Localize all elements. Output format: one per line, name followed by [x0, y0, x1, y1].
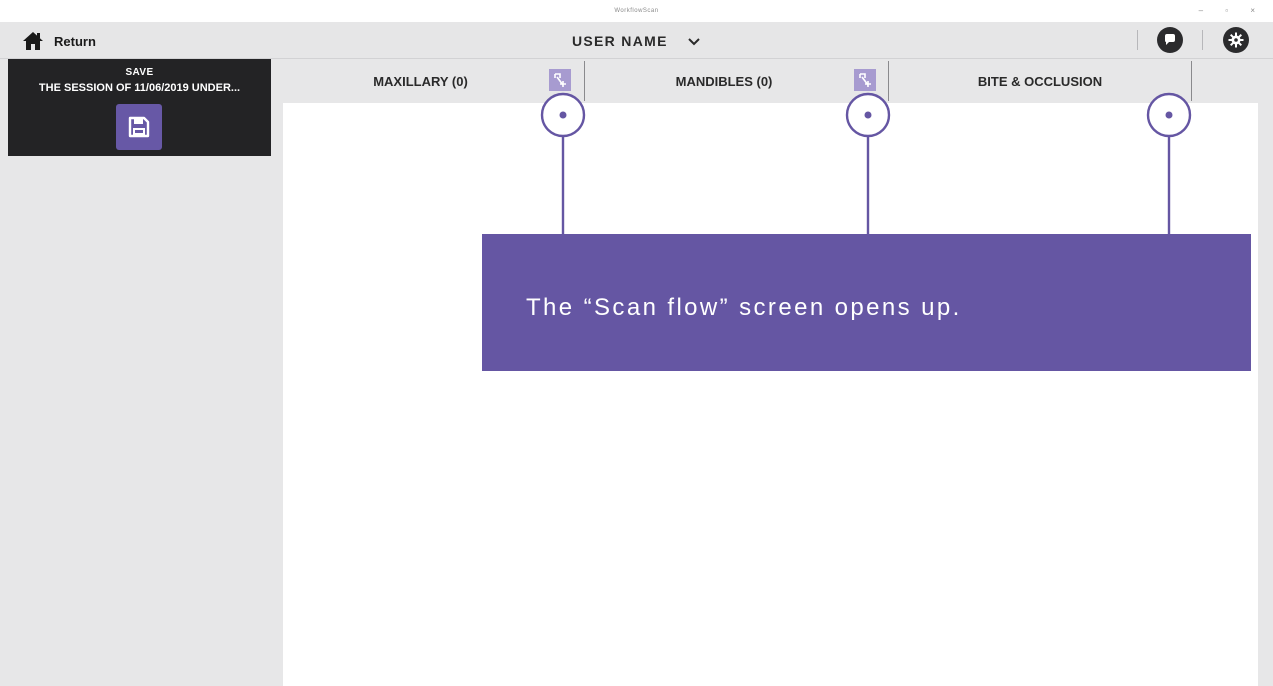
app-toolbar: Return USER NAME	[0, 22, 1273, 59]
window-controls[interactable]: – ▫ ×	[1199, 6, 1265, 15]
callout-text: The “Scan flow” screen opens up.	[526, 294, 962, 321]
tab-maxillary[interactable]: MAXILLARY (0)	[283, 59, 558, 103]
scan-flow-workspace	[283, 103, 1258, 686]
save-session-panel: SAVE THE SESSION OF 11/06/2019 UNDER...	[8, 59, 271, 156]
tab-mandibles[interactable]: MANDIBLES (0)	[585, 59, 863, 103]
instruction-callout: The “Scan flow” screen opens up.	[482, 234, 1251, 371]
gear-icon	[1228, 32, 1244, 48]
floppy-disk-icon	[128, 116, 150, 138]
return-button[interactable]: Return	[22, 30, 96, 52]
home-icon	[23, 32, 43, 50]
add-scan-icon	[859, 73, 871, 87]
app-title: WorkflowScan	[614, 8, 659, 14]
save-title: SAVE	[125, 67, 154, 78]
close-button[interactable]: ×	[1250, 6, 1265, 15]
maximize-button[interactable]: ▫	[1225, 6, 1238, 15]
scan-tabs: MAXILLARY (0) MANDIBLES (0) BITE & OCCLU…	[283, 59, 1273, 103]
save-session-name: THE SESSION OF 11/06/2019 UNDER...	[38, 82, 241, 94]
user-name-label: USER NAME	[572, 33, 668, 49]
return-label: Return	[54, 33, 96, 49]
chat-bubble-icon	[1165, 34, 1175, 45]
settings-button[interactable]	[1223, 27, 1249, 53]
add-scan-icon	[554, 73, 566, 87]
chevron-down-icon	[688, 37, 700, 45]
tab-bite-occlusion[interactable]: BITE & OCCLUSION	[889, 59, 1191, 103]
maxillary-add-scan-button[interactable]	[549, 69, 571, 91]
toolbar-divider	[1202, 30, 1203, 50]
right-edge-strip	[1258, 103, 1273, 686]
toolbar-divider	[1137, 30, 1138, 50]
user-name-dropdown[interactable]: USER NAME	[572, 32, 700, 50]
chat-button[interactable]	[1157, 27, 1183, 53]
window-titlebar: WorkflowScan – ▫ ×	[0, 0, 1273, 22]
minimize-button[interactable]: –	[1199, 6, 1213, 15]
save-button[interactable]	[116, 104, 162, 150]
tab-separator	[1191, 61, 1192, 101]
left-sidebar: SAVE THE SESSION OF 11/06/2019 UNDER...	[0, 59, 283, 686]
mandibles-add-scan-button[interactable]	[854, 69, 876, 91]
